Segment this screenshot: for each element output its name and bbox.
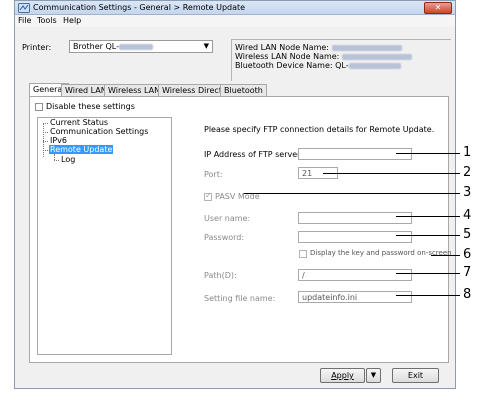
callout-line-6: [431, 255, 460, 256]
tree-item-current-status[interactable]: Current Status: [49, 118, 109, 127]
callout-number-7: 7: [463, 265, 472, 280]
exit-button[interactable]: Exit: [392, 368, 439, 383]
communication-settings-window: Communication Settings - General > Remot…: [14, 0, 456, 389]
bluetooth-device-label: Bluetooth Device Name: QL-: [235, 61, 349, 70]
ftp-instructions: Please specify FTP connection details fo…: [204, 125, 435, 134]
wired-lan-node-label: Wired LAN Node Name:: [235, 43, 329, 52]
tree-item-communication-settings[interactable]: Communication Settings: [49, 127, 149, 136]
pasv-mode-checkbox[interactable]: [204, 191, 212, 201]
apply-button[interactable]: Apply: [320, 368, 365, 383]
redacted-wireless-name: [341, 53, 412, 60]
app-icon: [18, 3, 30, 13]
title-bar: Communication Settings - General > Remot…: [15, 1, 455, 15]
tree-connector: [43, 132, 48, 133]
tab-bluetooth[interactable]: Bluetooth: [220, 84, 267, 96]
close-button[interactable]: ✕: [424, 2, 452, 14]
menu-file[interactable]: File: [18, 16, 31, 25]
chevron-down-icon: ▼: [203, 42, 209, 50]
menu-bar: File Tools Help: [15, 15, 455, 27]
apply-label: Apply: [331, 371, 354, 380]
callout-number-6: 6: [463, 247, 472, 262]
disable-settings-checkbox[interactable]: [35, 103, 43, 111]
general-tab-panel: Disable these settings Current Status Co…: [29, 96, 452, 363]
callout-line-4: [396, 216, 460, 217]
tree-item-log[interactable]: Log: [60, 155, 76, 164]
settings-tree: Current Status Communication Settings IP…: [37, 117, 172, 355]
tree-connector: [43, 141, 48, 142]
menu-tools[interactable]: Tools: [37, 16, 57, 25]
password-label: Password:: [204, 233, 245, 242]
setting-file-label: Setting file name:: [204, 294, 276, 303]
path-input[interactable]: /: [298, 269, 412, 281]
callout-line-8: [396, 295, 460, 296]
redacted-wired-name: [331, 44, 402, 51]
password-input[interactable]: [298, 231, 412, 243]
callout-number-3: 3: [463, 185, 472, 200]
path-label: Path(D):: [204, 271, 237, 280]
printer-dropdown[interactable]: Brother QL- ▼: [69, 40, 213, 53]
callout-line-7: [396, 273, 460, 274]
username-label: User name:: [204, 214, 251, 223]
port-label: Port:: [204, 170, 223, 179]
display-key-checkbox[interactable]: [299, 250, 307, 258]
callout-number-1: 1: [463, 145, 472, 160]
redacted-bluetooth-name: [348, 62, 401, 69]
printer-value: Brother QL-: [73, 42, 119, 51]
callout-line-3: [244, 193, 460, 194]
setting-file-input[interactable]: updateinfo.ini: [298, 291, 412, 303]
callout-line-5: [396, 235, 460, 236]
redacted-serial: [118, 43, 153, 50]
tab-wireless-lan[interactable]: Wireless LAN: [104, 84, 165, 96]
tree-connector: [54, 160, 59, 161]
ftp-ip-input[interactable]: [298, 148, 412, 160]
tab-wireless-direct[interactable]: Wireless Direct: [158, 84, 226, 96]
window-title: Communication Settings - General > Remot…: [33, 3, 246, 12]
username-input[interactable]: [298, 212, 412, 224]
printer-label: Printer:: [22, 43, 52, 52]
callout-number-5: 5: [463, 227, 472, 242]
tree-connector: [43, 123, 48, 124]
tree-connector: [43, 123, 44, 157]
tree-item-remote-update[interactable]: Remote Update: [49, 145, 114, 154]
callout-number-4: 4: [463, 208, 472, 223]
disable-settings-label: Disable these settings: [46, 102, 135, 111]
node-info-panel: Wired LAN Node Name: Wireless LAN Node N…: [231, 39, 451, 81]
chevron-down-icon: ▼: [370, 371, 377, 379]
tree-item-ipv6[interactable]: IPv6: [49, 136, 68, 145]
tree-connector: [43, 150, 48, 151]
callout-number-2: 2: [463, 165, 472, 180]
callout-number-8: 8: [463, 287, 472, 302]
wireless-lan-node-label: Wireless LAN Node Name:: [235, 52, 340, 61]
callout-line-1: [396, 153, 460, 154]
callout-line-2: [323, 173, 460, 174]
apply-dropdown-button[interactable]: ▼: [366, 368, 381, 383]
menu-help[interactable]: Help: [63, 16, 81, 25]
ftp-ip-label: IP Address of FTP server:: [204, 150, 303, 159]
